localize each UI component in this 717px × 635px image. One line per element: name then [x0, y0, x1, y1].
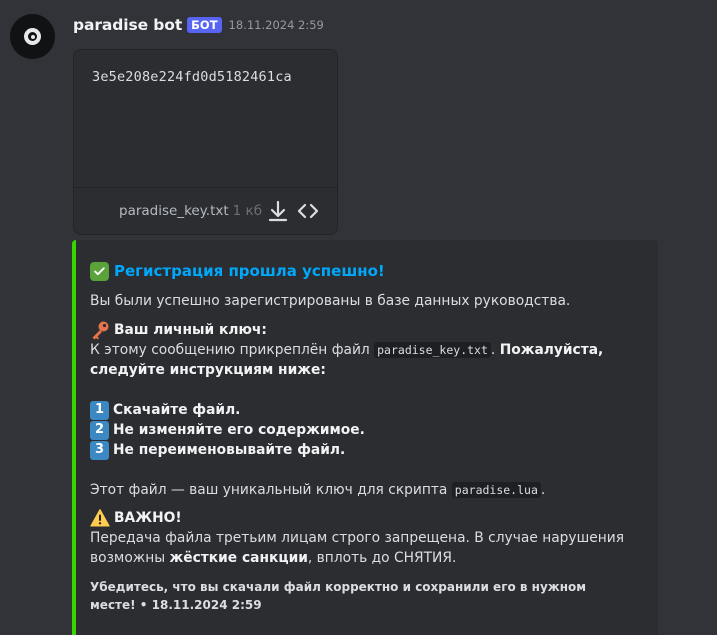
key-heading: Ваш личный ключ:: [114, 322, 267, 338]
embed-title: Регистрация прошла успешно!: [114, 262, 385, 280]
embed-intro: Вы были успешно зарегистрированы в базе …: [90, 293, 571, 309]
download-icon[interactable]: [265, 198, 291, 224]
key-icon: [90, 320, 110, 340]
unique-key-line: Этот файл — ваш уникальный ключ для скри…: [90, 480, 642, 500]
file-name[interactable]: paradise_key.txt: [119, 203, 229, 219]
step-3: 3 Не переименовывайте файл.: [90, 440, 642, 460]
message-header: paradise bot БОТ 18.11.2024 2:59: [73, 14, 324, 36]
warning-icon: [90, 508, 110, 528]
step-2: 2 Не изменяйте его содержимое.: [90, 420, 642, 440]
key-heading-row: Ваш личный ключ:: [90, 320, 642, 340]
embed-title-row: Регистрация прошла успешно!: [90, 260, 642, 282]
attach-line-text: К этому сообщению прикреплён файл: [90, 342, 370, 358]
message-timestamp[interactable]: 18.11.2024 2:59: [229, 18, 324, 32]
warning-heading-row: ВАЖНО!: [90, 508, 642, 528]
step-1: 1 Скачайте файл.: [90, 400, 642, 420]
inline-code-script: paradise.lua: [451, 482, 541, 498]
file-size: 1 кб: [232, 203, 263, 219]
unique-key-suffix: .: [540, 482, 546, 498]
warning-heading: ВАЖНО!: [114, 510, 182, 526]
attach-line-2: следуйте инструкциям ниже:: [90, 362, 326, 378]
embed-footer: Убедитесь, что вы скачали файл корректно…: [90, 580, 587, 612]
keycap-2-icon: 2: [90, 420, 109, 440]
attach-line-bold: Пожалуйста,: [499, 342, 604, 358]
bot-badge: БОТ: [187, 17, 222, 33]
keycap-1-icon: 1: [90, 400, 109, 420]
code-view-icon[interactable]: [295, 198, 321, 224]
step-text: Не переименовывайте файл.: [113, 442, 346, 458]
unique-key-text: Этот файл — ваш уникальный ключ для скри…: [90, 482, 448, 498]
bot-avatar-icon: [24, 28, 41, 45]
warning-line-2: возможны жёсткие санкции, вплоть до СНЯТ…: [90, 548, 642, 568]
username[interactable]: paradise bot: [73, 16, 182, 34]
warning-line-2-suffix: , вплоть до СНЯТИЯ.: [307, 550, 457, 566]
warning-line-1: Передача файла третьим лицам строго запр…: [90, 530, 624, 546]
file-preview-text: 3e5e208e224fd0d5182461ca: [92, 69, 292, 85]
warning-line-2-prefix: возможны: [90, 550, 166, 566]
avatar[interactable]: [10, 14, 55, 59]
inline-code-filename: paradise_key.txt: [374, 342, 491, 358]
attachment-footer: paradise_key.txt 1 кб: [74, 187, 337, 234]
embed-card: Регистрация прошла успешно! Вы были успе…: [72, 240, 658, 635]
file-attachment: 3e5e208e224fd0d5182461ca paradise_key.tx…: [73, 49, 338, 235]
step-text: Скачайте файл.: [113, 402, 241, 418]
attach-line: К этому сообщению прикреплён файл paradi…: [90, 342, 604, 358]
step-text: Не изменяйте его содержимое.: [113, 422, 365, 438]
check-mark-icon: [90, 261, 109, 281]
chat-message: paradise bot БОТ 18.11.2024 2:59 3e5e208…: [0, 0, 717, 635]
keycap-3-icon: 3: [90, 440, 109, 460]
warning-line-2-bold: жёсткие санкции: [169, 550, 308, 566]
